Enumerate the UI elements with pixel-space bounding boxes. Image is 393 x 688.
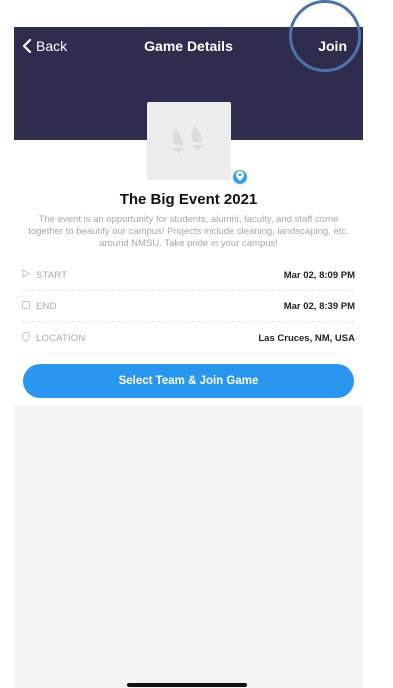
location-row: LOCATION Las Cruces, NM, USA (21, 323, 355, 353)
start-label: START (36, 269, 68, 281)
highlight-circle (289, 0, 361, 72)
home-indicator[interactable] (127, 683, 247, 687)
end-value: Mar 02, 8:39 PM (283, 300, 355, 312)
play-icon (22, 268, 30, 281)
location-pin-icon (21, 331, 31, 345)
event-title: The Big Event 2021 (119, 191, 258, 208)
map-pin-icon (236, 168, 244, 186)
start-value: Mar 02, 8:09 PM (283, 269, 355, 281)
start-row: START Mar 02, 8:09 PM (22, 260, 355, 291)
location-value: Las Cruces, NM, USA (258, 332, 355, 344)
select-team-join-button[interactable]: Select Team & Join Game (23, 364, 354, 398)
stop-icon (22, 300, 30, 312)
footprints-icon (169, 124, 209, 159)
app-screen: Back Game Details Join The Big Event 202… (14, 27, 363, 688)
event-description: The event is an opportunity for students… (28, 214, 349, 249)
end-label: END (36, 300, 57, 312)
location-badge (233, 170, 247, 184)
location-label: LOCATION (36, 332, 86, 344)
end-row: END Mar 02, 8:39 PM (22, 291, 355, 322)
event-logo (147, 102, 231, 180)
content-area (14, 406, 363, 688)
